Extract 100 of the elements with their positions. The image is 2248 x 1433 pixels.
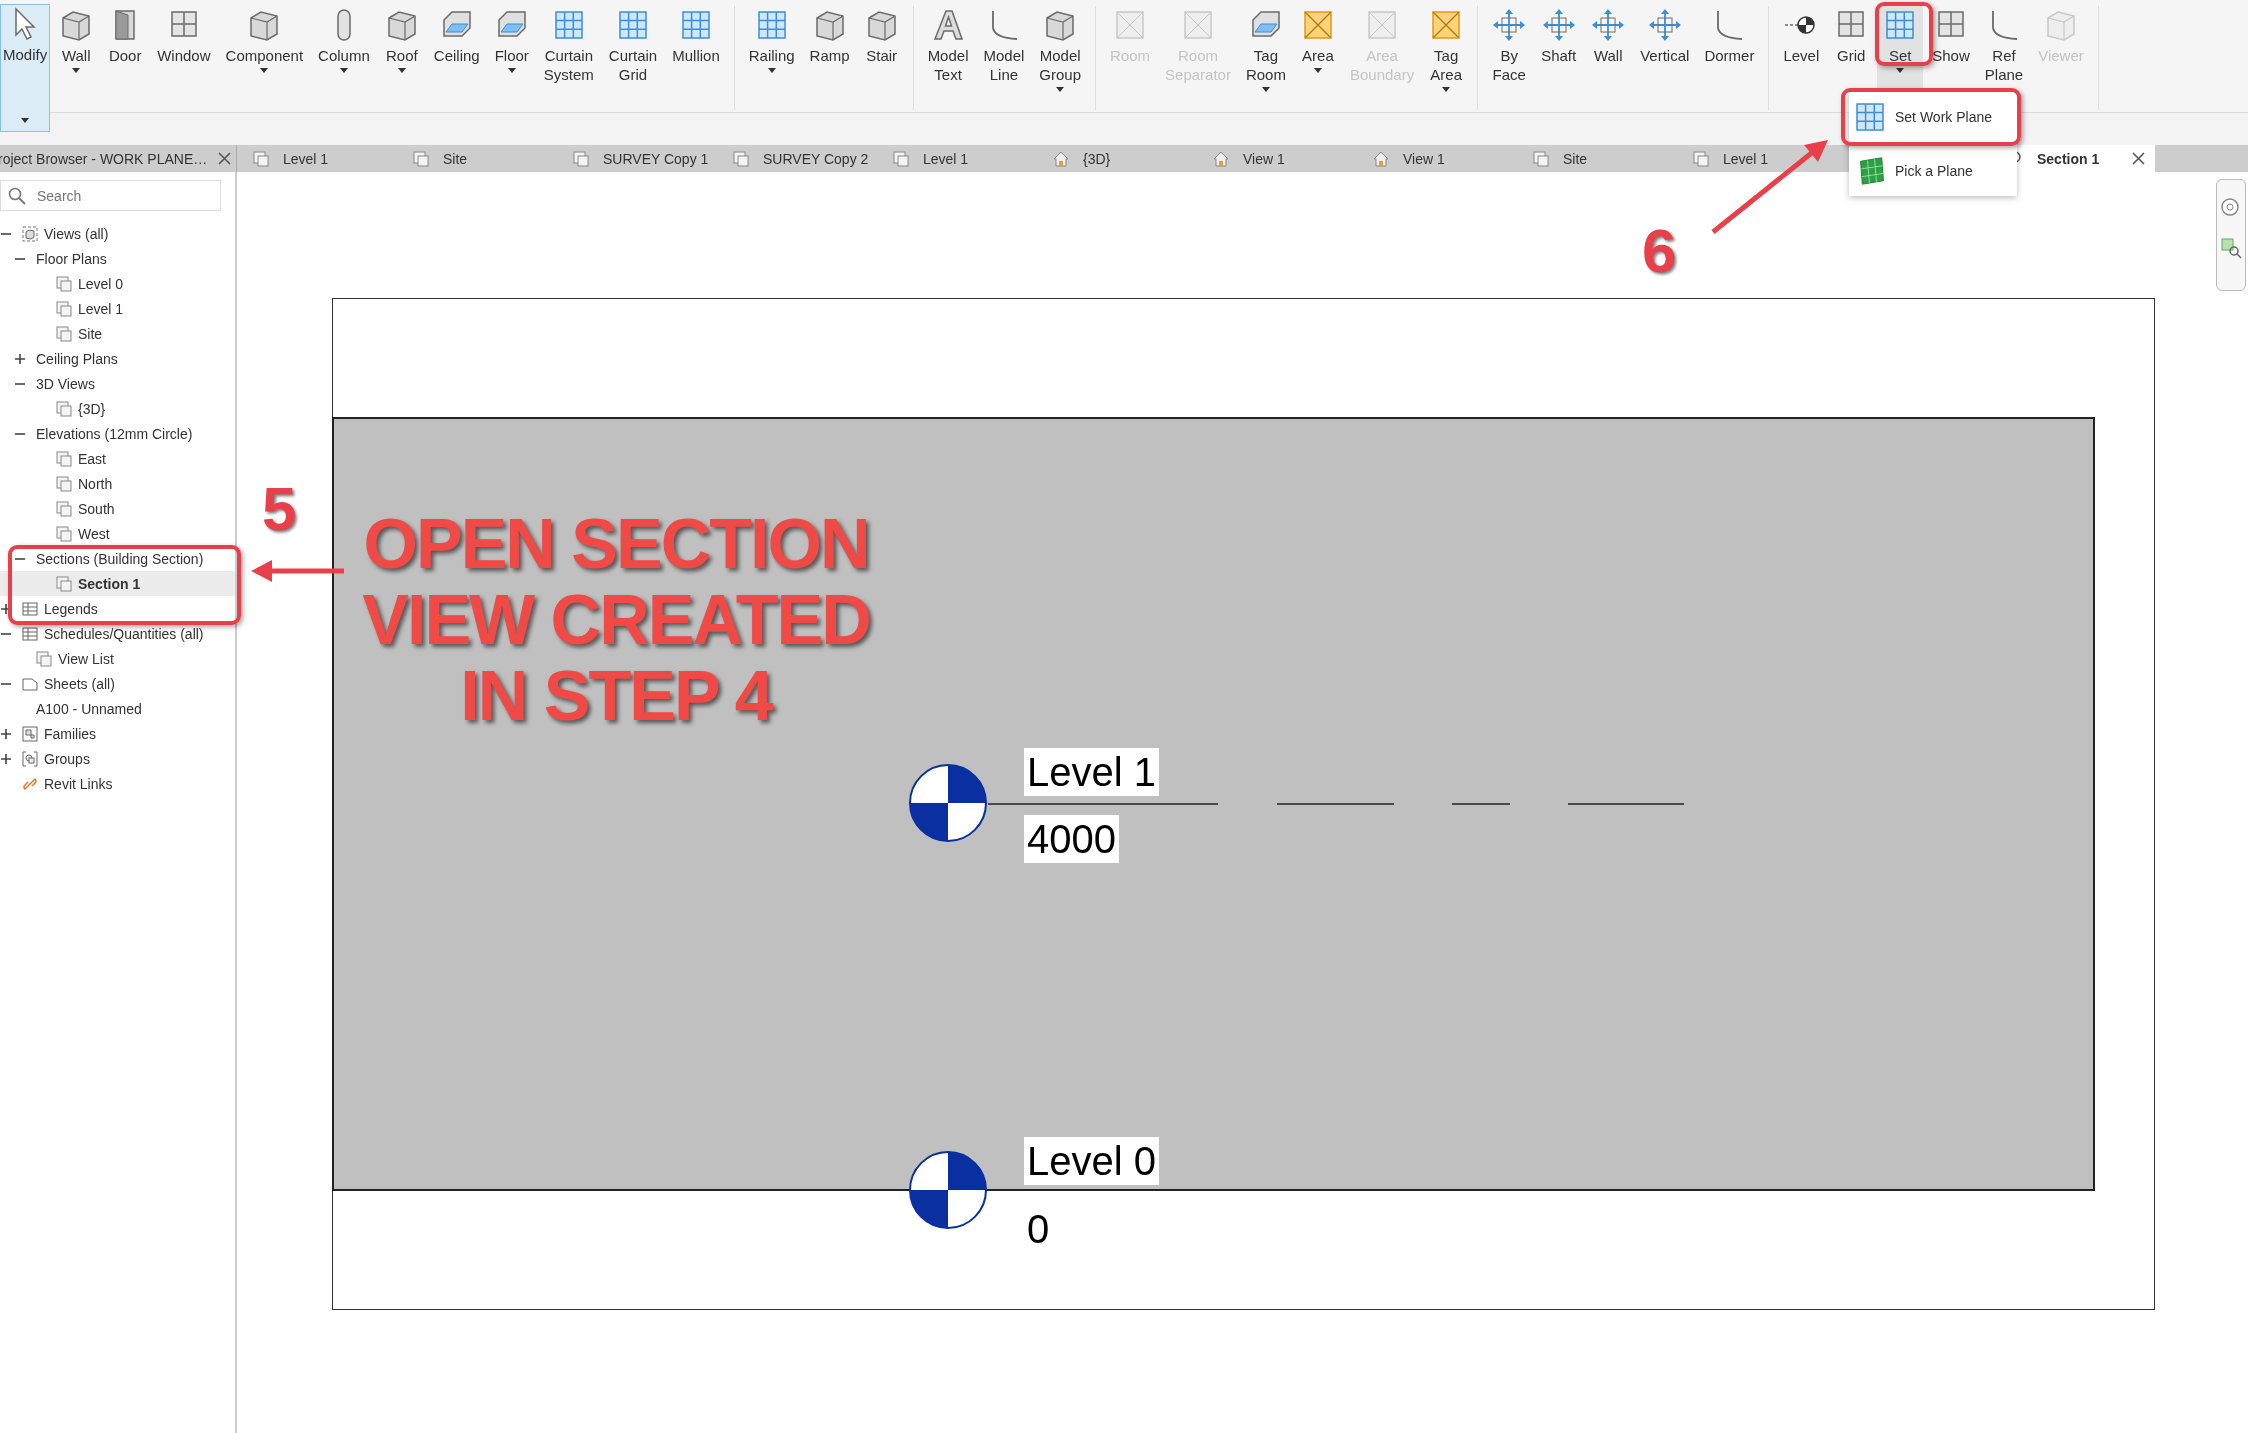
ribbon-button[interactable]: Wall [53,6,100,73]
view-tab[interactable]: SURVEY Copy 1 [563,145,721,172]
tree-item[interactable]: Ceiling Plans [0,346,235,371]
tree-item[interactable]: 3D Views [0,371,235,396]
view-icon [56,575,72,592]
views-icon [22,225,38,242]
tree-item[interactable]: Families [0,721,235,746]
ribbon-button[interactable]: Curtain Grid [602,6,664,84]
ribbon-button[interactable]: Show [1926,6,1976,65]
tree-item[interactable]: East [0,446,235,471]
tree-item[interactable]: West [0,521,235,546]
zoom-icon[interactable] [2219,236,2243,260]
view-tab[interactable]: View 1 [1203,145,1361,172]
tree-item[interactable]: A100 - Unnamed [0,696,235,721]
search-field[interactable]: Search [0,180,221,211]
view-icon [1693,150,1709,167]
ribbon-button[interactable]: Model Line [977,6,1031,84]
ribbon-button[interactable]: Mullion [666,6,726,65]
ribbon-button[interactable]: Door [102,6,149,65]
close-icon[interactable] [218,152,231,165]
ribbon-button[interactable]: Railing [742,6,801,73]
ribbon-button[interactable]: Component [219,6,310,73]
dropdown-icon[interactable] [1896,68,1905,73]
ribbon-button[interactable]: Floor [488,6,535,73]
expand-icon[interactable] [15,353,25,364]
expand-icon[interactable] [1,728,11,739]
table-icon [22,600,38,617]
dropdown-icon[interactable] [1056,87,1065,92]
ribbon-button[interactable]: Grid [1828,6,1875,65]
dropdown-icon[interactable] [767,68,776,73]
level-name: Level 0 [1024,1137,1159,1185]
view-tab[interactable]: Level 1 [883,145,1041,172]
ribbon-button[interactable]: Wall [1585,6,1632,65]
ribbon-button[interactable]: Dormer [1698,6,1761,65]
tree-item[interactable]: Floor Plans [0,246,235,271]
tree-item[interactable]: South [0,496,235,521]
ribbon-button[interactable]: Modify [0,4,51,132]
tree-item[interactable]: North [0,471,235,496]
dropdown-icon[interactable] [339,68,348,73]
tree-item[interactable]: Elevations (12mm Circle) [0,421,235,446]
ribbon-button[interactable]: Ramp [803,6,856,65]
ribbon-button[interactable]: Tag Room [1239,6,1292,92]
dropdown-icon[interactable] [260,68,269,73]
tree-item[interactable]: Section 1 [0,571,235,596]
ribbon-button[interactable]: Column [312,6,376,73]
view-tab[interactable]: Site [1523,145,1681,172]
tree-item[interactable]: Groups [0,746,235,771]
tree-item[interactable]: Level 1 [0,296,235,321]
tree-item[interactable]: Site [0,321,235,346]
tree-item[interactable]: Sheets (all) [0,671,235,696]
tree-item[interactable]: {3D} [0,396,235,421]
arrows-icon [1647,8,1682,42]
house-icon [1213,150,1229,167]
ribbon-button[interactable]: Stair [858,6,905,65]
dropdown-icon[interactable] [21,118,30,123]
tree-item[interactable]: Level 0 [0,271,235,296]
dropdown-icon[interactable] [72,68,81,73]
menu-item[interactable]: Set Work Plane [1841,88,2021,146]
ribbon-button[interactable]: By Face [1486,6,1533,84]
house-icon [1053,150,1069,167]
crossed-box-icon [1181,8,1215,42]
ribbon-button[interactable]: Level [1777,6,1826,65]
ribbon-button[interactable]: Model Text [921,6,975,84]
view-tab[interactable]: Level 1 [243,145,401,172]
dropdown-icon[interactable] [397,68,406,73]
dropdown-icon[interactable] [1261,87,1270,92]
dropdown-icon[interactable] [1442,87,1451,92]
tree-item[interactable]: Views (all) [0,221,235,246]
arrows-icon [1492,8,1527,42]
expand-icon[interactable] [1,603,11,614]
tree-item[interactable]: Revit Links [0,771,235,796]
tree-item[interactable]: Legends [0,596,235,621]
view-icon [56,475,72,492]
view-tab[interactable]: {3D} [1043,145,1201,172]
level-head-icon [908,763,988,843]
link-icon [22,775,38,792]
ribbon-button[interactable]: Ref Plane [1978,6,2030,84]
dropdown-icon[interactable] [507,68,516,73]
ribbon-button[interactable]: Roof [378,6,425,73]
close-icon[interactable] [2132,152,2145,165]
dropdown-icon[interactable] [1313,68,1322,73]
ribbon-button[interactable]: Curtain System [537,6,600,84]
view-icon [56,400,72,417]
ribbon-button[interactable]: Shaft [1535,6,1583,65]
tree-item[interactable]: Schedules/Quantities (all) [0,621,235,646]
ribbon-button[interactable]: Vertical [1634,6,1696,65]
view-tab[interactable]: View 1 [1363,145,1521,172]
tree-item[interactable]: Sections (Building Section) [0,546,235,571]
ribbon-button[interactable]: Tag Area [1423,6,1470,92]
ribbon-button[interactable]: Ceiling [427,6,486,65]
view-tab[interactable]: SURVEY Copy 2 [723,145,881,172]
ribbon-button[interactable]: Model Group [1033,6,1088,92]
group-icon [22,750,38,767]
ribbon-button[interactable]: Area [1294,6,1341,73]
expand-icon[interactable] [1,753,11,764]
view-tab[interactable]: Level 1 [1683,145,1841,172]
ribbon-button[interactable]: Window [151,6,217,65]
view-icon [56,300,72,317]
view-tab[interactable]: Site [403,145,561,172]
tree-item[interactable]: View List [0,646,235,671]
